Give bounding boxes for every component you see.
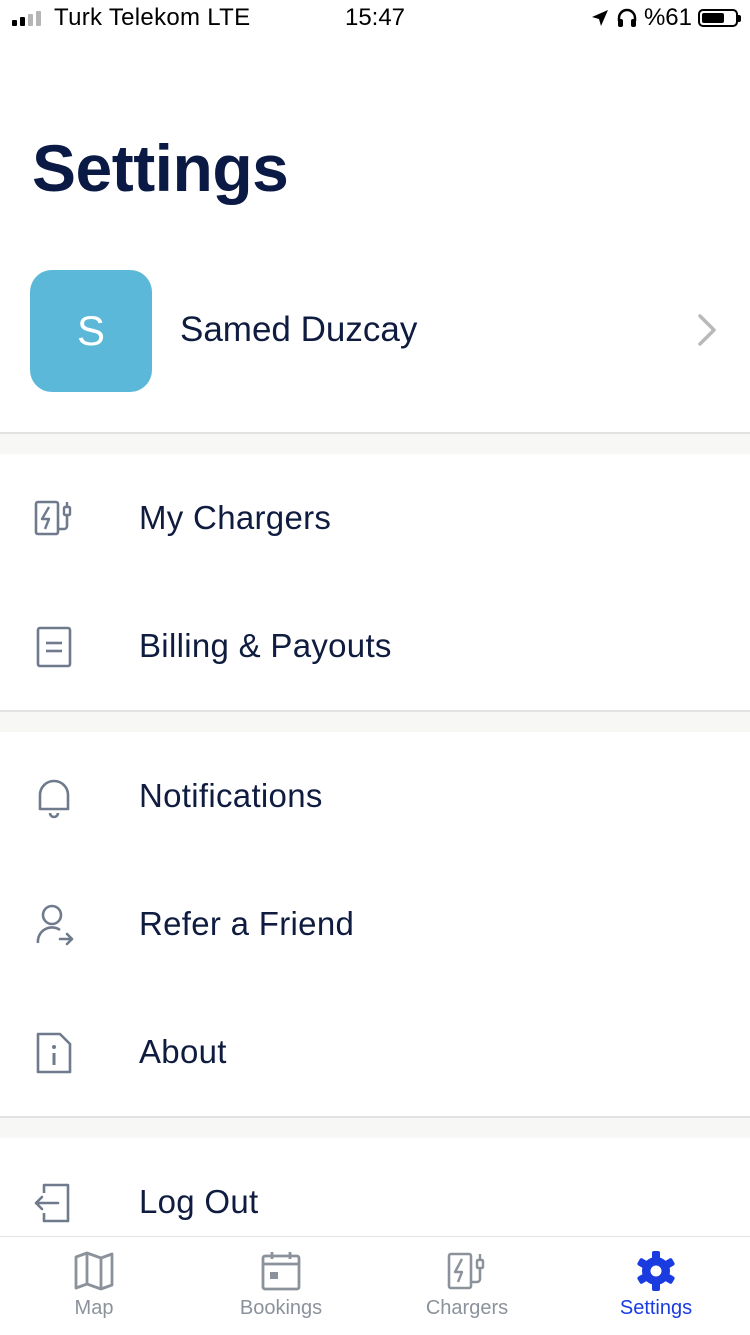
document-icon [36, 626, 72, 668]
tab-settings[interactable]: Settings [562, 1237, 750, 1335]
menu-label-refer: Refer a Friend [139, 905, 355, 942]
menu-item-refer[interactable]: Refer a Friend [0, 869, 750, 979]
tab-label-bookings: Bookings [239, 1297, 323, 1319]
tab-bookings[interactable]: Bookings [187, 1237, 375, 1335]
menu-label-my-chargers: My Chargers [139, 499, 332, 536]
location-arrow-icon [591, 10, 608, 26]
tab-label-chargers: Chargers [425, 1297, 509, 1319]
tab-chargers[interactable]: Chargers [373, 1237, 561, 1335]
bell-icon [38, 779, 70, 819]
section-divider [0, 710, 750, 732]
menu-label-logout: Log Out [139, 1183, 259, 1220]
battery-icon [698, 9, 741, 27]
gear-icon [637, 1251, 675, 1291]
avatar: S [30, 270, 152, 392]
section-divider [0, 1116, 750, 1138]
menu-item-notifications[interactable]: Notifications [0, 741, 750, 851]
user-share-icon [36, 904, 74, 946]
status-bar: Turk Telekom LTE 15:47 %61 [0, 0, 750, 40]
menu-item-about[interactable]: About [0, 997, 750, 1107]
ev-charger-icon [34, 500, 72, 536]
tab-label-map: Map [74, 1297, 114, 1319]
menu-label-about: About [139, 1033, 227, 1070]
chevron-right-icon [698, 314, 716, 346]
page-title: Settings [32, 131, 289, 205]
menu-label-billing: Billing & Payouts [139, 627, 392, 664]
battery-percent: %61 [643, 4, 692, 31]
logout-icon [34, 1183, 70, 1223]
ev-charger-icon [447, 1252, 485, 1290]
profile-name: Samed Duzcay [180, 310, 418, 349]
status-icons: %61 [590, 4, 741, 32]
tab-map[interactable]: Map [0, 1237, 188, 1335]
headphones-icon [617, 8, 637, 27]
menu-label-notifications: Notifications [139, 777, 323, 814]
menu-item-my-chargers[interactable]: My Chargers [0, 463, 750, 573]
info-document-icon [36, 1032, 72, 1074]
calendar-icon [261, 1252, 301, 1291]
section-divider [0, 432, 750, 454]
menu-item-billing[interactable]: Billing & Payouts [0, 591, 750, 701]
tab-bar: Map Bookings Chargers Settings [0, 1236, 750, 1334]
tab-label-settings: Settings [619, 1297, 693, 1319]
profile-row[interactable]: S Samed Duzcay [0, 270, 750, 392]
map-icon [74, 1251, 114, 1291]
